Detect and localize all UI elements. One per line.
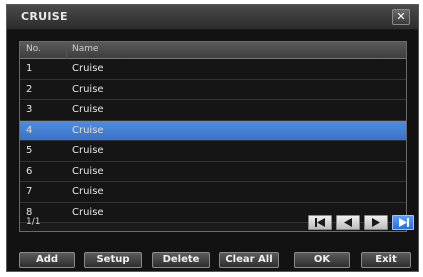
action-bar: Add Setup Delete Clear All OK Exit (7, 252, 418, 270)
close-button[interactable]: ✕ (392, 9, 410, 25)
row-name: Cruise (72, 104, 104, 115)
close-icon: ✕ (396, 10, 406, 23)
row-name: Cruise (72, 63, 104, 74)
table-row[interactable]: 6 Cruise (20, 161, 406, 182)
setup-button[interactable]: Setup (84, 252, 142, 268)
cruise-dialog: CRUISE ✕ No. Name 1 Cruise 2 Cruise 3 Cr… (6, 4, 419, 272)
table-row[interactable]: 5 Cruise (20, 141, 406, 162)
row-number: 4 (26, 124, 33, 136)
last-page-icon (399, 218, 409, 227)
table-row[interactable]: 7 Cruise (20, 182, 406, 203)
row-name: Cruise (72, 83, 104, 95)
add-button[interactable]: Add (19, 252, 75, 268)
first-page-button[interactable] (308, 215, 332, 230)
row-number: 5 (26, 145, 33, 156)
row-number: 2 (26, 83, 33, 95)
previous-page-icon (344, 218, 352, 227)
delete-button[interactable]: Delete (152, 252, 210, 268)
table-header: No. Name (20, 42, 406, 59)
table-row-selected[interactable]: 4 Cruise (20, 120, 406, 141)
row-number: 7 (26, 186, 33, 197)
row-name: Cruise (72, 124, 104, 136)
last-page-button[interactable] (392, 215, 414, 230)
table-row[interactable]: 3 Cruise (20, 100, 406, 121)
row-number: 6 (26, 165, 33, 177)
previous-page-button[interactable] (336, 215, 360, 230)
table-footer: 1/1 (20, 215, 414, 231)
row-name: Cruise (72, 165, 104, 177)
column-header-no: No. (26, 44, 41, 54)
row-number: 3 (26, 104, 33, 115)
dialog-title: CRUISE (21, 10, 68, 23)
cruise-table: No. Name 1 Cruise 2 Cruise 3 Cruise 4 Cr… (19, 41, 414, 232)
exit-button[interactable]: Exit (361, 252, 411, 268)
first-page-icon (315, 218, 325, 227)
row-name: Cruise (72, 145, 104, 156)
clear-all-button[interactable]: Clear All (219, 252, 279, 268)
page-indicator: 1/1 (26, 217, 41, 227)
next-page-button[interactable] (364, 215, 388, 230)
table-row[interactable]: 2 Cruise (20, 79, 406, 100)
ok-button[interactable]: OK (294, 252, 350, 268)
title-bar: CRUISE ✕ (7, 5, 418, 30)
next-page-icon (372, 218, 380, 227)
column-header-name: Name (72, 44, 99, 54)
table-row[interactable]: 1 Cruise (20, 59, 406, 80)
row-name: Cruise (72, 186, 104, 197)
row-number: 1 (26, 63, 33, 74)
table-body: 1 Cruise 2 Cruise 3 Cruise 4 Cruise 5 Cr… (20, 59, 406, 223)
